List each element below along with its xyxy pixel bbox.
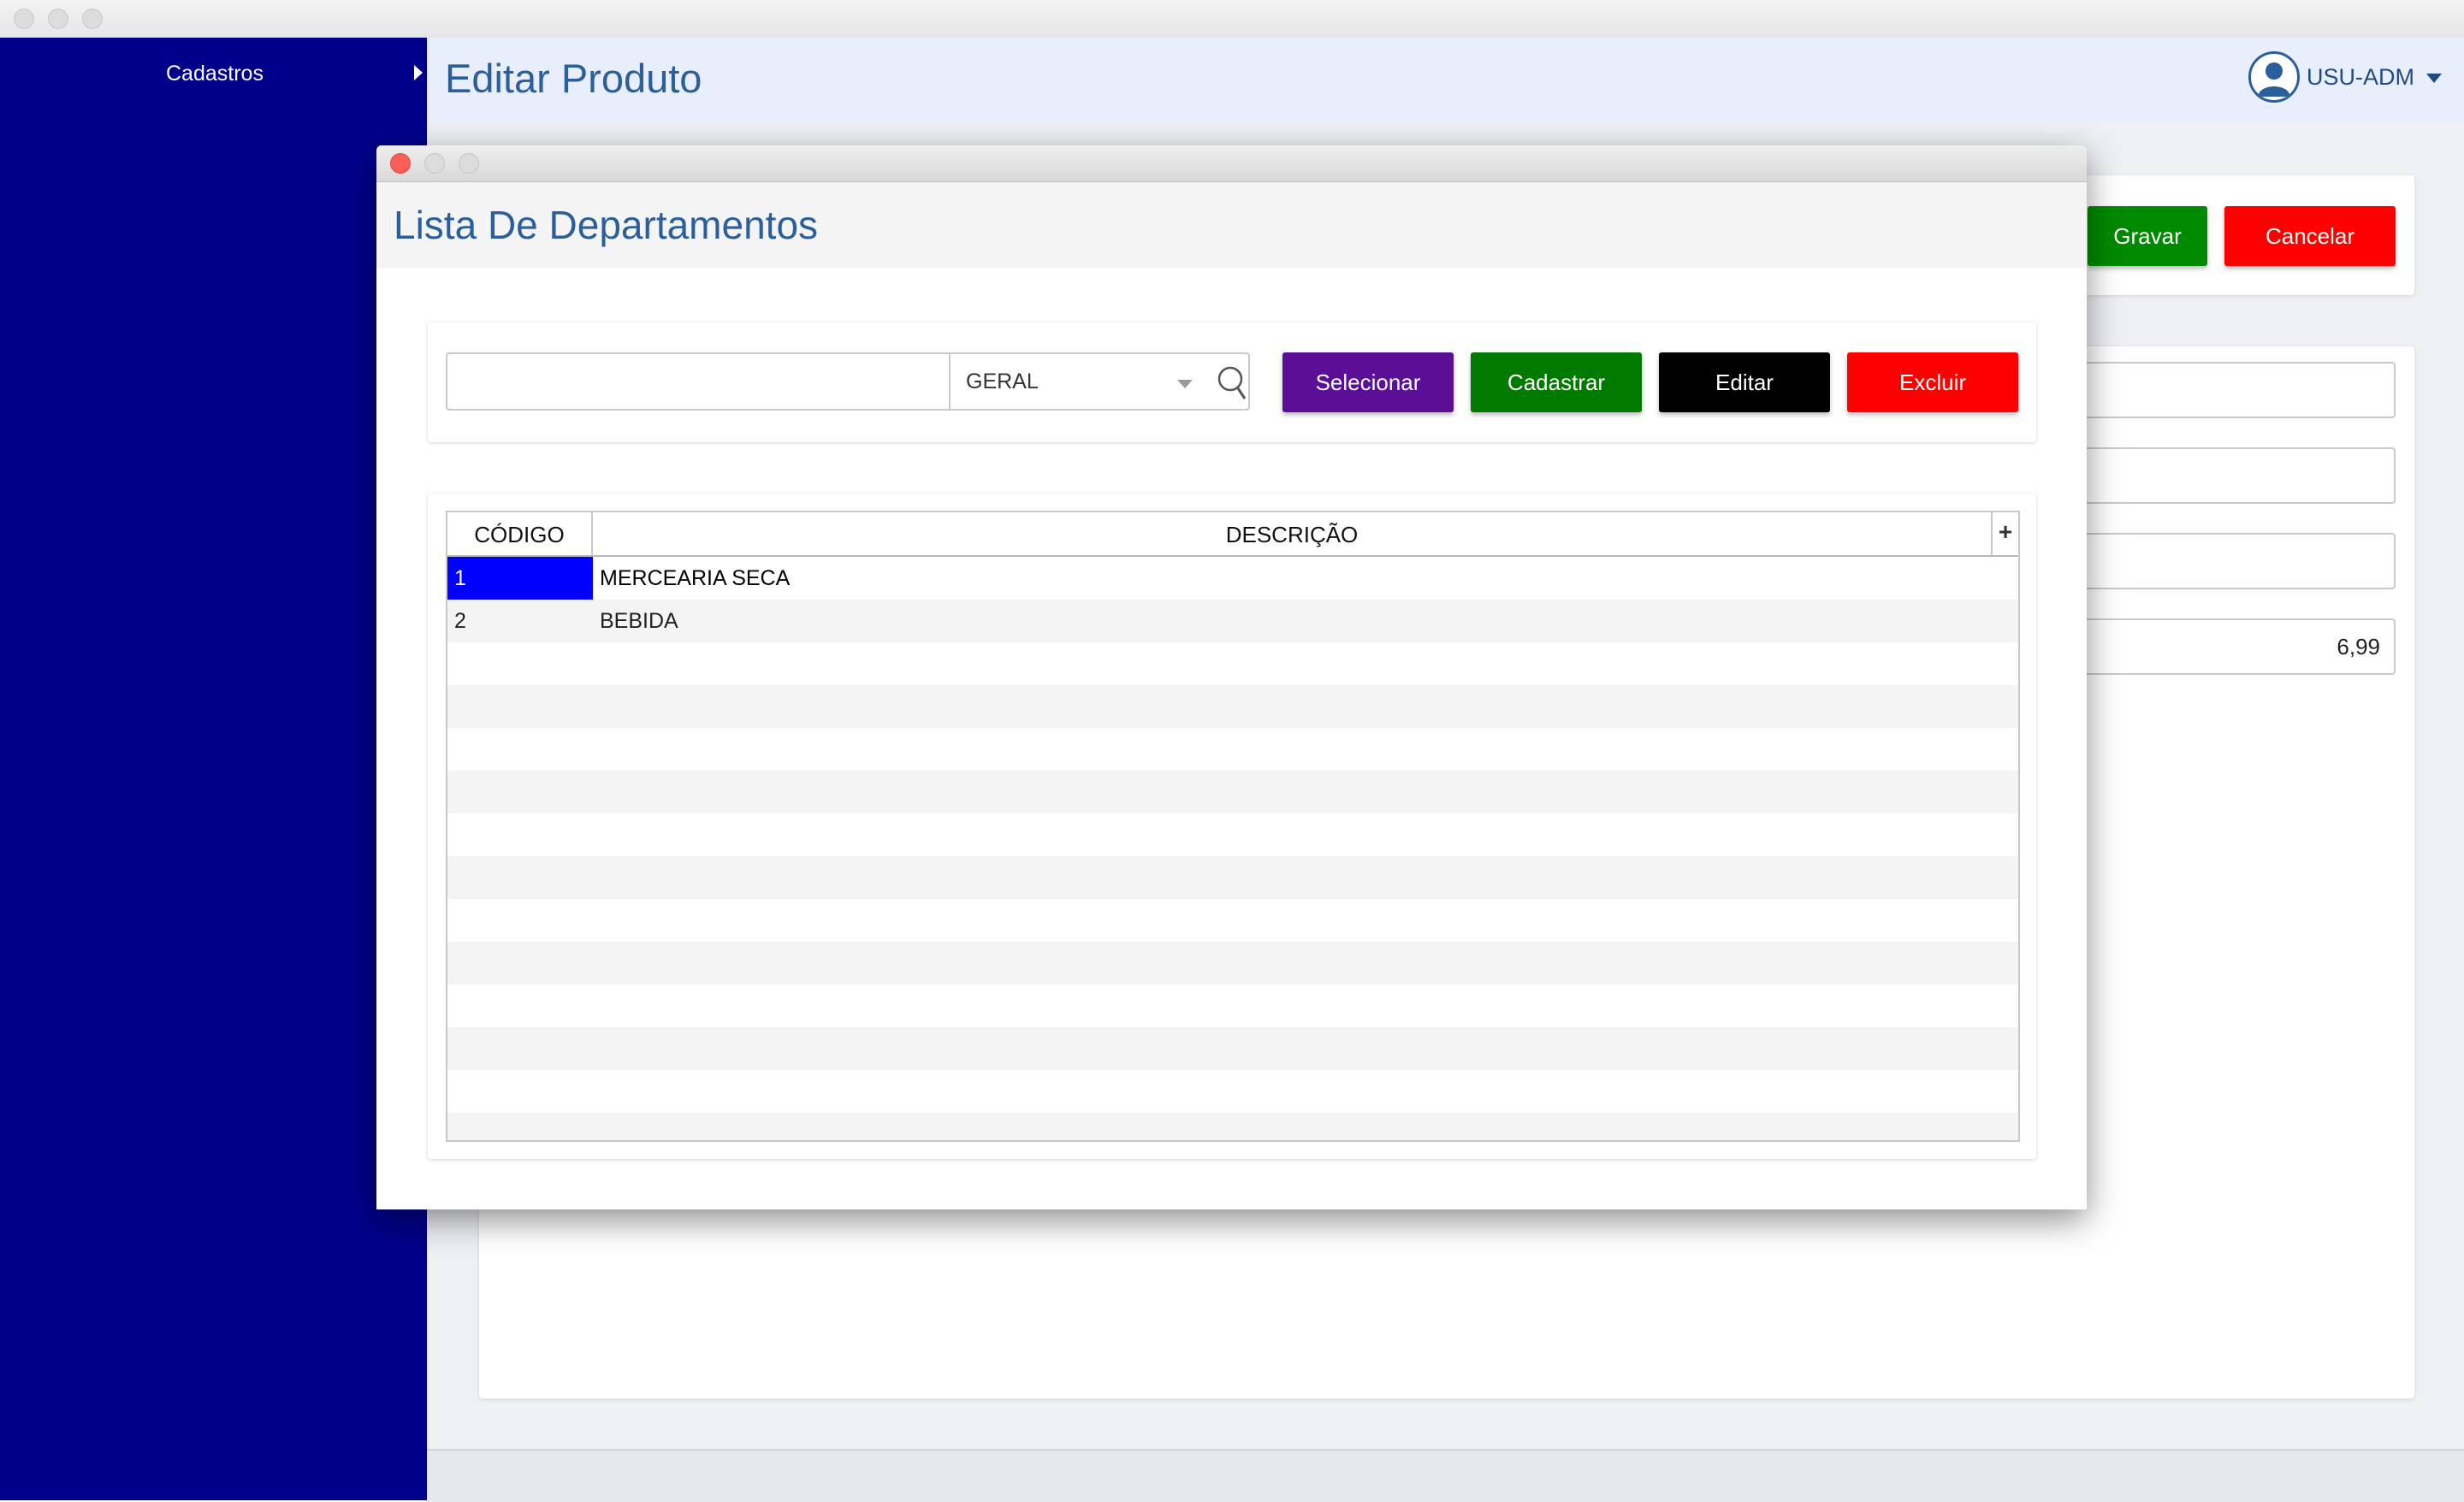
filter-select[interactable]: GERAL (949, 352, 1250, 411)
empty-row (447, 771, 2018, 813)
table-header: CÓDIGO DESCRIÇÃO + (447, 512, 2018, 557)
search-icon[interactable] (1216, 364, 1250, 402)
page-header: Editar Produto (427, 38, 2464, 122)
departments-table: CÓDIGO DESCRIÇÃO + 1 MERCEARIA SECA 2 BE… (446, 511, 2020, 1142)
dialog-header: Lista De Departamentos (376, 182, 2087, 268)
departments-dialog: Lista De Departamentos GERAL Selecionar … (376, 145, 2087, 1209)
chevron-right-icon (414, 65, 423, 80)
empty-row (447, 899, 2018, 942)
dialog-title: Lista De Departamentos (394, 203, 819, 247)
window-titlebar (0, 0, 2464, 38)
empty-row (447, 642, 2018, 685)
user-avatar-icon (2248, 51, 2300, 103)
save-button[interactable]: Gravar (2088, 206, 2207, 266)
dialog-minimize-button[interactable] (424, 153, 445, 174)
delete-button[interactable]: Excluir (1847, 352, 2018, 412)
table-row[interactable]: 2 BEBIDA (447, 600, 2018, 642)
empty-row (447, 685, 2018, 728)
maximize-window-button[interactable] (82, 9, 103, 29)
page-title: Editar Produto (445, 56, 702, 101)
add-column-icon[interactable]: + (1991, 512, 2018, 555)
cell-description[interactable]: MERCEARIA SECA (593, 557, 1991, 600)
empty-row (447, 728, 2018, 771)
table-panel: CÓDIGO DESCRIÇÃO + 1 MERCEARIA SECA 2 BE… (428, 494, 2036, 1159)
empty-row (447, 813, 2018, 856)
empty-row (447, 942, 2018, 985)
empty-row (447, 1113, 2018, 1140)
select-button[interactable]: Selecionar (1282, 352, 1454, 412)
column-header-description[interactable]: DESCRIÇÃO (593, 512, 1991, 555)
footer-bar (427, 1449, 2464, 1502)
dialog-maximize-button[interactable] (459, 153, 479, 174)
sidebar-item-label: Cadastros (166, 62, 264, 86)
table-row[interactable]: 1 MERCEARIA SECA (447, 557, 2018, 600)
cancel-button[interactable]: Cancelar (2224, 206, 2396, 266)
search-panel: GERAL Selecionar Cadastrar Editar Exclui… (428, 322, 2036, 442)
cell-code[interactable]: 1 (447, 557, 593, 600)
empty-row (447, 985, 2018, 1027)
table-body: 1 MERCEARIA SECA 2 BEBIDA (447, 557, 2018, 1140)
dialog-close-button[interactable] (390, 153, 411, 174)
sidebar: Cadastros (0, 38, 427, 1500)
empty-row (447, 856, 2018, 899)
user-name: USU-ADM (2307, 64, 2414, 90)
filter-selected-value: GERAL (966, 370, 1039, 393)
empty-row (447, 1027, 2018, 1070)
cell-description[interactable]: BEBIDA (593, 600, 1991, 642)
caret-down-icon (2426, 74, 2442, 83)
register-button[interactable]: Cadastrar (1471, 352, 1642, 412)
column-header-code[interactable]: CÓDIGO (447, 512, 593, 555)
price-value: 6,99 (2337, 634, 2380, 659)
empty-row (447, 1070, 2018, 1113)
chevron-down-icon (1177, 380, 1193, 388)
cell-code[interactable]: 2 (447, 600, 593, 642)
minimize-window-button[interactable] (48, 9, 68, 29)
close-window-button[interactable] (14, 9, 34, 29)
dialog-titlebar (376, 145, 2087, 182)
search-input[interactable] (446, 352, 951, 411)
edit-button[interactable]: Editar (1659, 352, 1830, 412)
